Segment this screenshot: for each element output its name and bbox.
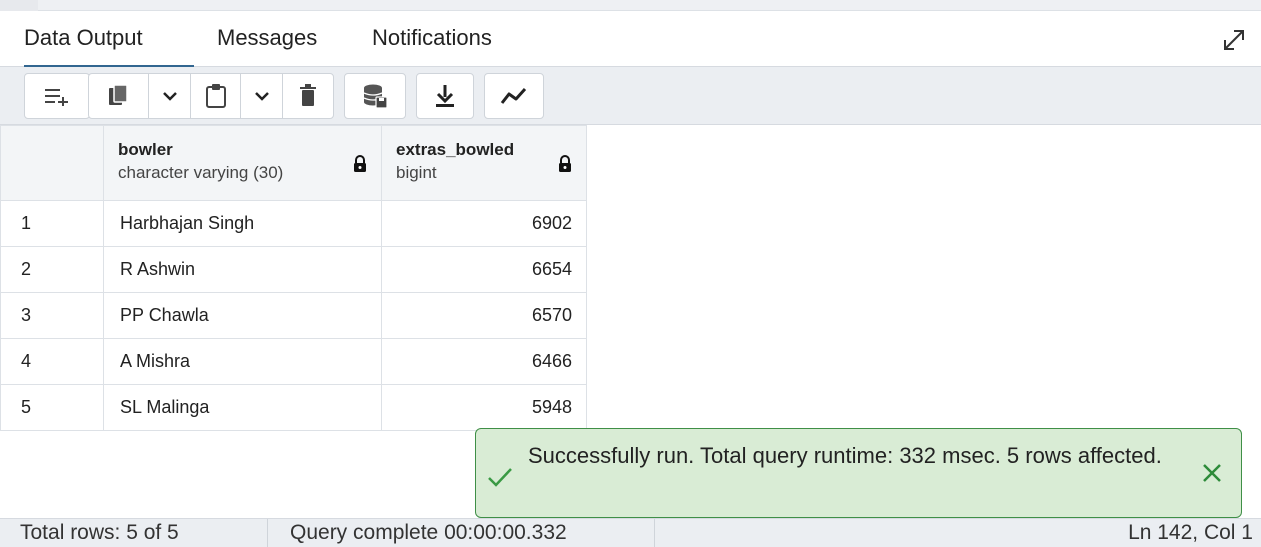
cell-extras-bowled[interactable]: 6654 bbox=[381, 246, 587, 293]
cell-extras-bowled[interactable]: 6570 bbox=[381, 292, 587, 339]
column-header-extras-bowled[interactable]: extras_bowled bigint bbox=[381, 125, 587, 201]
table-row[interactable]: 4 A Mishra 6466 bbox=[0, 338, 587, 385]
cell-extras-bowled[interactable]: 5948 bbox=[381, 384, 587, 431]
tab-messages[interactable]: Messages bbox=[217, 11, 347, 66]
expand-icon[interactable] bbox=[1219, 25, 1249, 55]
column-name: bowler bbox=[118, 139, 173, 159]
lock-icon bbox=[558, 155, 572, 178]
success-toast: Successfully run. Total query runtime: 3… bbox=[475, 428, 1242, 518]
cursor-position-status: Ln 142, Col 1 bbox=[1128, 521, 1253, 544]
add-row-group bbox=[24, 73, 90, 119]
column-header-bowler[interactable]: bowler character varying (30) bbox=[103, 125, 382, 201]
paste-options-button[interactable] bbox=[241, 74, 283, 118]
save-data-icon bbox=[362, 83, 388, 109]
table-row[interactable]: 5 SL Malinga 5948 bbox=[0, 384, 587, 431]
download-button[interactable] bbox=[417, 74, 473, 118]
table-row[interactable]: 1 Harbhajan Singh 6902 bbox=[0, 200, 587, 247]
row-number[interactable]: 2 bbox=[0, 246, 104, 293]
graph-icon bbox=[500, 86, 528, 106]
toast-message: Successfully run. Total query runtime: 3… bbox=[528, 443, 1162, 468]
row-number[interactable]: 5 bbox=[0, 384, 104, 431]
copy-options-button[interactable] bbox=[149, 74, 191, 118]
lock-icon bbox=[353, 155, 367, 178]
total-rows-status: Total rows: 5 of 5 bbox=[20, 519, 268, 547]
cell-bowler[interactable]: SL Malinga bbox=[103, 384, 382, 431]
editor-gutter bbox=[0, 0, 38, 11]
row-number[interactable]: 1 bbox=[0, 200, 104, 247]
check-icon bbox=[486, 465, 514, 494]
results-grid: bowler character varying (30) extras_bow… bbox=[0, 125, 587, 431]
cell-bowler[interactable]: R Ashwin bbox=[103, 246, 382, 293]
cell-extras-bowled[interactable]: 6466 bbox=[381, 338, 587, 385]
chevron-down-icon bbox=[254, 90, 270, 102]
table-row[interactable]: 2 R Ashwin 6654 bbox=[0, 246, 587, 293]
row-number[interactable]: 4 bbox=[0, 338, 104, 385]
add-row-icon bbox=[44, 86, 70, 106]
data-toolbar bbox=[0, 67, 1261, 125]
table-row[interactable]: 3 PP Chawla 6570 bbox=[0, 292, 587, 339]
close-icon[interactable] bbox=[1201, 462, 1223, 489]
paste-button[interactable] bbox=[191, 74, 241, 118]
tab-notifications[interactable]: Notifications bbox=[372, 11, 542, 66]
delete-row-button[interactable] bbox=[283, 74, 333, 118]
cell-bowler[interactable]: A Mishra bbox=[103, 338, 382, 385]
row-number[interactable]: 3 bbox=[0, 292, 104, 339]
editor-edge bbox=[0, 0, 1261, 11]
tab-data-output[interactable]: Data Output bbox=[24, 11, 194, 68]
graph-visualiser-button[interactable] bbox=[485, 74, 543, 118]
status-bar: Total rows: 5 of 5 Query complete 00:00:… bbox=[0, 518, 1261, 547]
results-tab-bar: Data Output Messages Notifications bbox=[0, 11, 1261, 68]
save-group bbox=[344, 73, 406, 119]
save-data-button[interactable] bbox=[345, 74, 405, 118]
paste-icon bbox=[205, 83, 227, 109]
row-number-header[interactable] bbox=[0, 125, 104, 201]
copy-icon bbox=[108, 84, 130, 108]
add-row-button[interactable] bbox=[25, 74, 89, 118]
download-group bbox=[416, 73, 474, 119]
graph-group bbox=[484, 73, 544, 119]
cell-extras-bowled[interactable]: 6902 bbox=[381, 200, 587, 247]
cell-bowler[interactable]: PP Chawla bbox=[103, 292, 382, 339]
copy-button[interactable] bbox=[89, 74, 149, 118]
delete-icon bbox=[298, 84, 318, 108]
query-complete-status: Query complete 00:00:00.332 bbox=[290, 519, 655, 547]
grid-header-row: bowler character varying (30) extras_bow… bbox=[0, 125, 587, 201]
download-icon bbox=[434, 84, 456, 108]
chevron-down-icon bbox=[162, 90, 178, 102]
clipboard-group bbox=[88, 73, 334, 119]
column-type: character varying (30) bbox=[118, 162, 284, 182]
query-results-panel: Data Output Messages Notifications bowle… bbox=[0, 0, 1261, 547]
cell-bowler[interactable]: Harbhajan Singh bbox=[103, 200, 382, 247]
